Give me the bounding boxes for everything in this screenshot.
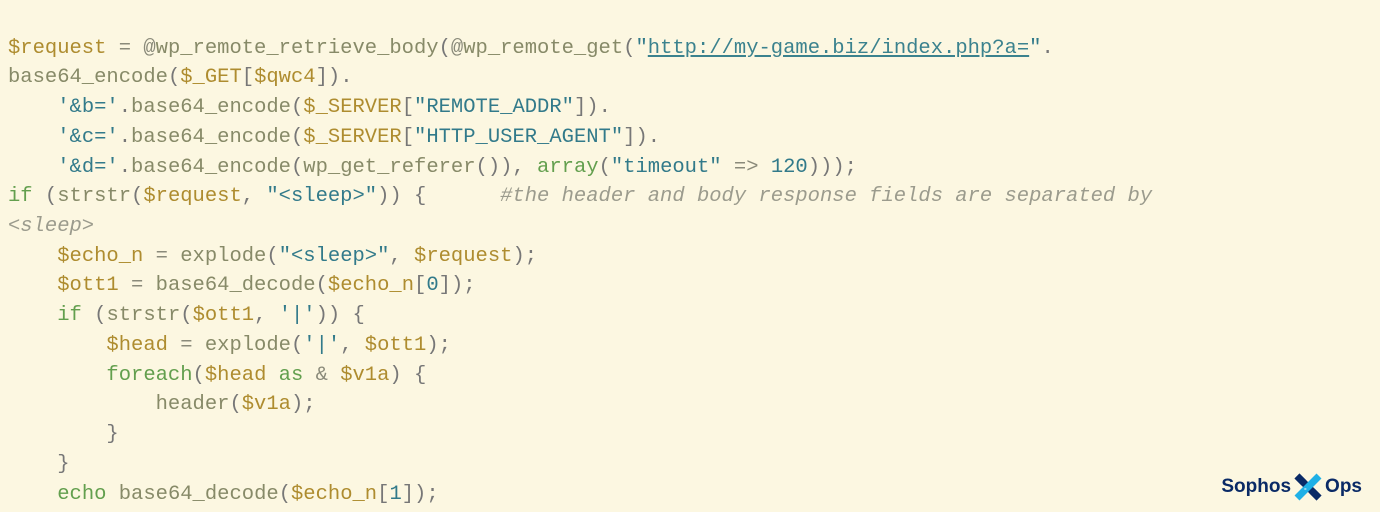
x-icon: -: [1293, 472, 1323, 502]
code-block: $request = @wp_remote_retrieve_body(@wp_…: [0, 0, 1380, 509]
logo-sophos-text: Sophos: [1221, 473, 1291, 501]
c2-url: http://my-game.biz/index.php?a=: [648, 37, 1029, 60]
var-request: $request: [8, 37, 106, 60]
sophos-x-ops-logo: Sophos - Ops: [1221, 472, 1362, 502]
comment: #the header and body response fields are…: [500, 185, 1164, 208]
logo-ops-text: Ops: [1325, 473, 1362, 501]
svg-text:-: -: [1304, 484, 1307, 493]
